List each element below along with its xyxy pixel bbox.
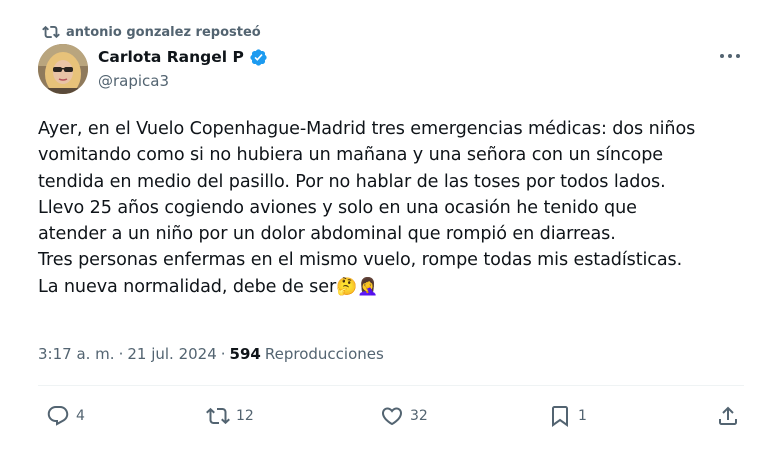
tweet-line: La nueva normalidad, debe de ser bbox=[38, 276, 337, 297]
meta-separator: · bbox=[220, 345, 226, 363]
heart-icon bbox=[381, 407, 403, 426]
more-icon bbox=[720, 54, 740, 58]
bookmark-icon bbox=[552, 406, 568, 427]
tweet-line: atender a un niño por un dolor abdominal… bbox=[38, 224, 616, 245]
repost-icon bbox=[206, 407, 230, 425]
author-block: Carlota Rangel P @rapica3 bbox=[98, 46, 268, 90]
views-count: 594 bbox=[229, 345, 261, 363]
repost-header[interactable]: antonio gonzalez reposteó bbox=[42, 22, 261, 42]
reply-button[interactable]: 4 bbox=[46, 398, 85, 434]
author-handle[interactable]: @rapica3 bbox=[98, 72, 268, 90]
author-name[interactable]: Carlota Rangel P bbox=[98, 48, 244, 66]
tweet-line-last: La nueva normalidad, debe de ser🤔🤦‍♀️ bbox=[38, 274, 738, 300]
like-button[interactable]: 32 bbox=[380, 398, 428, 434]
share-button[interactable] bbox=[716, 398, 740, 434]
repost-label[interactable]: antonio gonzalez reposteó bbox=[66, 25, 261, 40]
bookmark-button[interactable]: 1 bbox=[548, 398, 587, 434]
emoji-thinking-facepalm: 🤔🤦‍♀️ bbox=[336, 276, 379, 297]
more-options-button[interactable] bbox=[718, 46, 742, 66]
views-label: Reproducciones bbox=[264, 345, 384, 363]
tweet-line: Tres personas enfermas en el mismo vuelo… bbox=[38, 250, 683, 271]
verified-badge-icon bbox=[250, 48, 267, 66]
reply-icon bbox=[47, 406, 69, 426]
repost-button[interactable]: 12 bbox=[206, 398, 254, 434]
action-bar: 4 12 32 1 bbox=[38, 398, 746, 434]
tweet-line: tendida en medio del pasillo. Por no hab… bbox=[38, 171, 666, 192]
tweet-line: vomitando como si no hubiera un mañana y… bbox=[38, 145, 664, 166]
tweet-text: Ayer, en el Vuelo Copenhague-Madrid tres… bbox=[38, 116, 738, 300]
avatar-image bbox=[38, 44, 88, 94]
like-count: 32 bbox=[410, 408, 428, 424]
tweet-line: Ayer, en el Vuelo Copenhague-Madrid tres… bbox=[38, 119, 696, 139]
bookmark-count: 1 bbox=[578, 408, 587, 424]
meta-separator: · bbox=[118, 345, 124, 363]
tweet-meta: 3:17 a. m. · 21 jul. 2024 · 594 Reproduc… bbox=[38, 345, 384, 363]
tweet-date[interactable]: 21 jul. 2024 bbox=[127, 345, 216, 363]
avatar[interactable] bbox=[38, 44, 88, 94]
tweet-line: Llevo 25 años cogiendo aviones y solo en… bbox=[38, 197, 637, 218]
reply-count: 4 bbox=[76, 408, 85, 424]
tweet-time[interactable]: 3:17 a. m. bbox=[38, 345, 115, 363]
repost-icon bbox=[42, 25, 60, 39]
repost-count: 12 bbox=[236, 408, 254, 424]
divider bbox=[38, 385, 744, 386]
share-icon bbox=[719, 406, 737, 425]
